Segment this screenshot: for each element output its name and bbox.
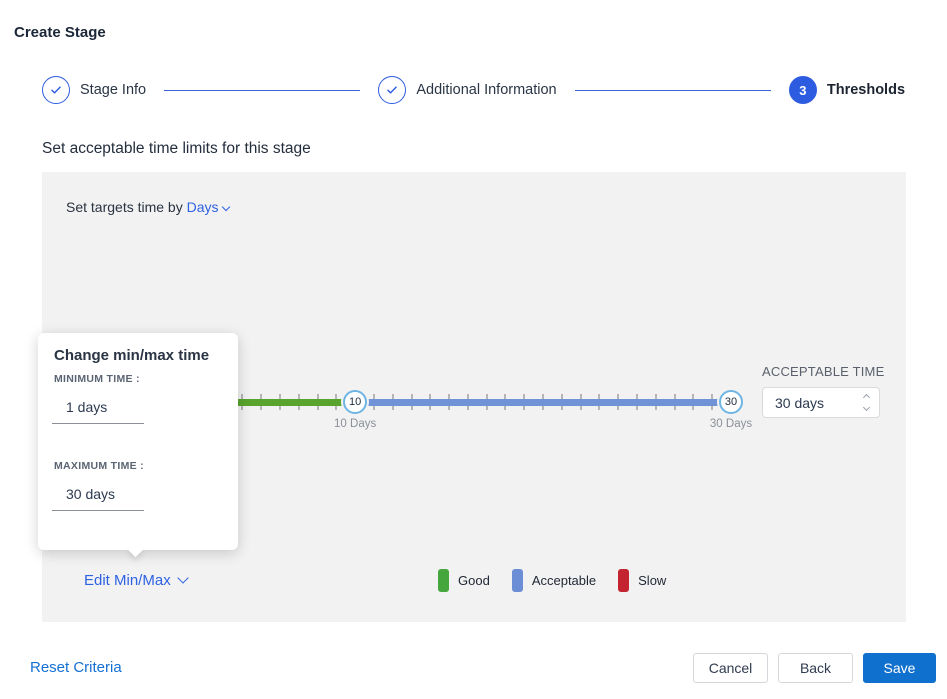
legend-item-slow: Slow (618, 569, 666, 592)
stepper: Stage Info Additional Information 3 Thre… (42, 76, 905, 104)
step-label: Additional Information (416, 82, 556, 98)
check-circle-icon (378, 76, 406, 104)
chevron-down-icon (177, 572, 188, 583)
legend-item-acceptable: Acceptable (512, 569, 596, 592)
acceptable-swatch (512, 569, 523, 592)
minmax-popup: Change min/max time MINIMUM TIME : 1 day… (38, 333, 238, 550)
edit-minmax-label: Edit Min/Max (84, 572, 171, 589)
stepper-arrows (864, 395, 879, 410)
slider-handle-30[interactable]: 30 (719, 390, 743, 414)
maximum-time-label: MAXIMUM TIME : (54, 460, 144, 472)
step-label: Thresholds (827, 82, 905, 98)
step-thresholds[interactable]: 3 Thresholds (789, 76, 905, 104)
legend-label: Slow (638, 573, 666, 588)
cancel-button[interactable]: Cancel (693, 653, 768, 683)
legend: Good Acceptable Slow (438, 569, 666, 592)
save-button[interactable]: Save (863, 653, 936, 683)
slider-handle-label: 10 Days (320, 418, 390, 430)
page-title: Create Stage (14, 24, 106, 41)
reset-criteria-link[interactable]: Reset Criteria (30, 659, 122, 676)
popup-title: Change min/max time (54, 347, 209, 364)
slow-swatch (618, 569, 629, 592)
maximum-time-input[interactable]: 30 days (52, 486, 144, 511)
check-circle-icon (42, 76, 70, 104)
acceptable-time-input[interactable]: 30 days (762, 387, 880, 418)
legend-item-good: Good (438, 569, 490, 592)
legend-label: Acceptable (532, 573, 596, 588)
edit-minmax-toggle[interactable]: Edit Min/Max (84, 572, 187, 589)
step-stage-info[interactable]: Stage Info (42, 76, 146, 104)
acceptable-time-value: 30 days (763, 395, 864, 411)
section-heading: Set acceptable time limits for this stag… (42, 140, 311, 158)
stepper-connector (575, 90, 771, 91)
slider-segment-acceptable (355, 399, 731, 406)
acceptable-time-label: ACCEPTABLE TIME (762, 364, 888, 379)
stepper-connector (164, 90, 360, 91)
legend-label: Good (458, 573, 490, 588)
slider-handle-10[interactable]: 10 (343, 390, 367, 414)
footer-buttons: Cancel Back Save (693, 653, 936, 683)
step-additional-information[interactable]: Additional Information (378, 76, 556, 104)
good-swatch (438, 569, 449, 592)
step-label: Stage Info (80, 82, 146, 98)
create-stage-dialog: Create Stage Stage Info Additional Infor… (0, 0, 947, 699)
spinner-down-icon[interactable] (863, 404, 870, 411)
slider-handle-label: 30 Days (696, 418, 766, 430)
back-button[interactable]: Back (778, 653, 853, 683)
minimum-time-input[interactable]: 1 days (52, 399, 144, 424)
minimum-time-label: MINIMUM TIME : (54, 373, 140, 385)
spinner-up-icon[interactable] (863, 394, 870, 401)
step-number-badge: 3 (789, 76, 817, 104)
